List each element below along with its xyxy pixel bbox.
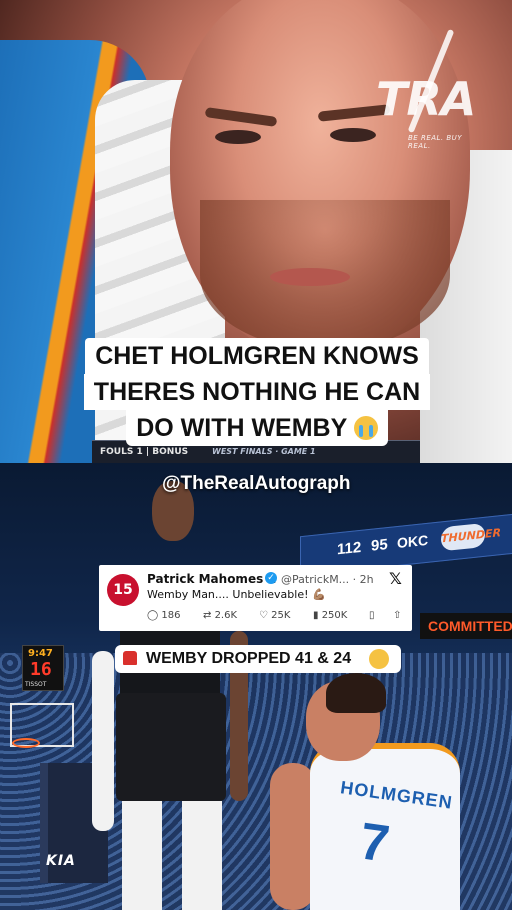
caption-line-3: DO WITH WEMBY bbox=[136, 414, 347, 442]
logo-tagline: BE REAL. BUY REAL. bbox=[408, 134, 463, 150]
repost-count: 2.6K bbox=[214, 610, 238, 621]
wembanyama-figure bbox=[92, 481, 252, 910]
score-left: 112 bbox=[337, 538, 362, 559]
x-logo-icon: 𝕏 bbox=[389, 569, 402, 588]
series-label: WEST FINALS · GAME 1 bbox=[212, 447, 316, 456]
shot-clock-value: 16 bbox=[30, 659, 52, 680]
mouth bbox=[270, 268, 350, 286]
reply-icon: ◯ bbox=[147, 610, 162, 621]
watermark-handle: @TheRealAutograph bbox=[162, 473, 351, 494]
repost-icon: ⇄ bbox=[203, 610, 215, 621]
game-clock: 9:47 bbox=[28, 648, 53, 659]
tweet-author: Patrick Mahomes II bbox=[147, 572, 277, 586]
views-count: 250K bbox=[321, 610, 348, 621]
tweet-card: 15 Patrick Mahomes II ✓ @PatrickM... · 2… bbox=[99, 565, 412, 631]
fouls-label: FOULS 1 | BONUS bbox=[100, 447, 189, 457]
wemby-leg-left bbox=[122, 801, 162, 910]
shot-clock-sponsor: TISSOT bbox=[25, 681, 47, 688]
tweet-text: Wemby Man.... Unbelievable! 💪🏽 bbox=[147, 588, 326, 601]
banner-text: WEMBY DROPPED 41 & 24 bbox=[146, 650, 352, 667]
share-icon: ⇧ bbox=[393, 610, 402, 621]
logo-mark: TRA bbox=[376, 72, 476, 126]
reply-action: ◯ 186 bbox=[147, 610, 180, 621]
left-eye bbox=[215, 130, 261, 144]
top-photo-frame: TRA BE REAL. BUY REAL. FOULS 1 | BONUS W… bbox=[0, 0, 512, 463]
kia-logo: KIA bbox=[46, 853, 76, 869]
reply-count: 186 bbox=[161, 610, 181, 621]
wemby-shorts bbox=[116, 693, 226, 801]
views-icon: ▮ bbox=[313, 610, 322, 621]
like-action: ♡ 25K bbox=[259, 610, 290, 621]
holmgren-hair bbox=[326, 673, 386, 713]
caption-line-1: CHET HOLMGREN KNOWS bbox=[85, 338, 429, 374]
views-action: ▮ 250K bbox=[313, 610, 347, 621]
headline-caption: CHET HOLMGREN KNOWS THERES NOTHING HE CA… bbox=[64, 338, 450, 446]
holmgren-figure: HOLMGREN 7 bbox=[270, 673, 470, 910]
thunder-logo: THUNDER bbox=[441, 522, 501, 552]
repost-action: ⇄ 2.6K bbox=[203, 610, 237, 621]
siren-icon bbox=[123, 651, 137, 665]
stat-banner: WEMBY DROPPED 41 & 24 bbox=[115, 645, 401, 673]
like-count: 25K bbox=[271, 610, 291, 621]
shot-clock: 9:47 16 TISSOT bbox=[22, 645, 64, 691]
bookmark-icon: ▯ bbox=[369, 610, 375, 621]
tra-logo: TRA BE REAL. BUY REAL. bbox=[368, 26, 478, 150]
avatar: 15 bbox=[107, 574, 139, 606]
arena-ribbon: COMMITTED bbox=[420, 613, 512, 639]
score-right: 95 bbox=[371, 536, 388, 555]
heart-icon: ♡ bbox=[259, 610, 272, 621]
rim bbox=[12, 738, 40, 748]
wemby-leg-right bbox=[182, 801, 222, 910]
caption-line-2: THERES NOTHING HE CAN bbox=[83, 374, 431, 410]
verified-badge-icon: ✓ bbox=[265, 572, 277, 584]
caption-line-3-wrap: DO WITH WEMBY bbox=[126, 410, 388, 446]
team-abbrev: OKC bbox=[397, 531, 429, 552]
sob-emoji-icon bbox=[353, 416, 378, 440]
exploding-head-emoji-icon bbox=[369, 649, 389, 669]
wemby-sleeve bbox=[92, 651, 114, 831]
bottom-photo-frame: 112 95 OKC THUNDER COMMITTED 9:47 16 TIS… bbox=[0, 463, 512, 910]
tweet-handle-time: @PatrickM... · 2h bbox=[281, 573, 374, 586]
